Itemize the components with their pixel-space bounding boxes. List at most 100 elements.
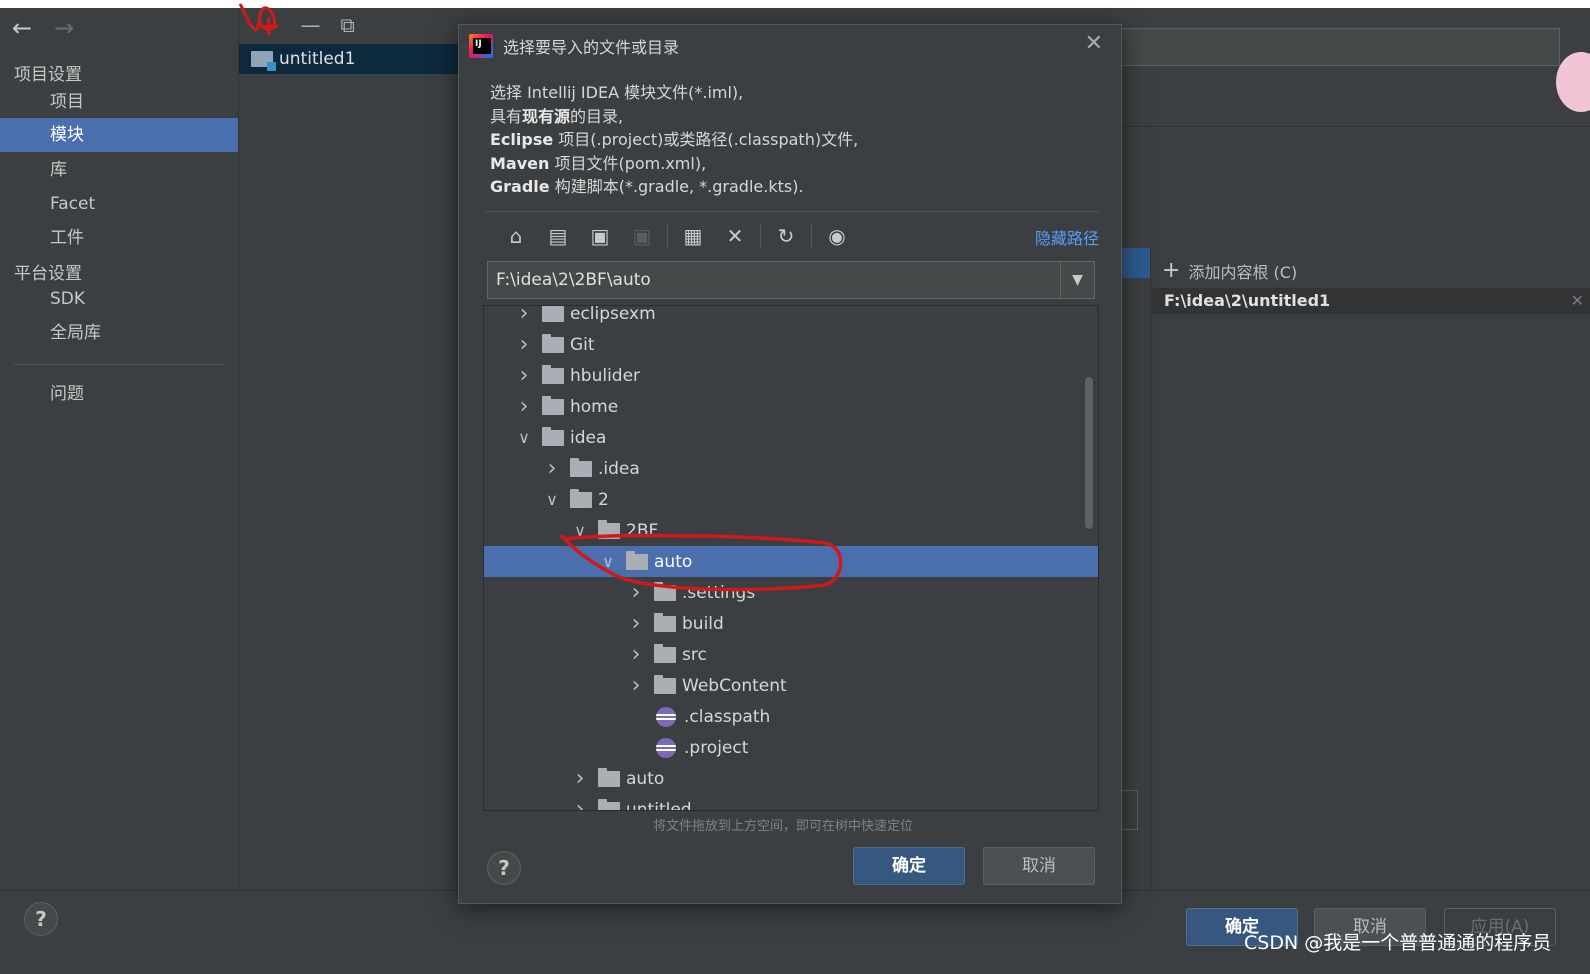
tree-row[interactable]: › eclipsexm [484,306,1098,329]
dialog-title-bar: 选择要导入的文件或目录 [469,31,679,61]
nav-item-problems[interactable]: 问题 [0,377,238,411]
remove-icon[interactable]: — [300,13,320,37]
drop-hint: 将文件拖放到上方空间，即可在树中快速定位 [653,819,914,834]
tree-item-label: src [682,644,707,665]
chevron-right-icon[interactable]: › [514,363,534,388]
path-combo[interactable]: F:\idea\2\2BF\auto ▼ [487,261,1095,299]
chevron-right-icon[interactable]: › [514,306,534,326]
tree-row[interactable]: › WebContent [484,670,1098,701]
close-icon[interactable]: ✕ [1571,288,1584,314]
chevron-down-icon[interactable]: ∨ [598,552,618,571]
tree-row[interactable]: › Git [484,329,1098,360]
folder-icon [542,426,564,446]
eclipse-file-icon [656,737,676,758]
chevron-right-icon[interactable]: › [626,580,646,605]
show-hidden-icon[interactable]: ◉ [816,224,858,248]
chevron-right-icon[interactable]: › [570,797,590,810]
chevron-right-icon[interactable]: › [570,766,590,791]
path-input[interactable]: F:\idea\2\2BF\auto [496,270,651,290]
tree-item-label: build [682,613,724,634]
eclipse-file-icon [656,706,676,727]
nav-item-artifacts[interactable]: 工件 [0,221,238,255]
project-folder-icon[interactable]: ▣ [579,224,621,248]
nav-item-global-libraries[interactable]: 全局库 [0,316,238,350]
watermark: CSDN @我是一个普普通通的程序员 [1244,932,1552,954]
tree-item-label: .classpath [684,706,771,727]
tree-item-label: home [570,396,619,417]
delete-icon[interactable]: ✕ [714,224,756,248]
module-folder-icon[interactable]: ▣ [621,224,663,248]
chevron-right-icon[interactable]: › [626,642,646,667]
chevron-right-icon[interactable]: › [542,456,562,481]
tree-row[interactable]: .project [484,732,1098,763]
desc-line-5: Gradle 构建脚本(*.gradle, *.gradle.kts). [490,177,804,196]
intellij-logo-icon [469,34,493,58]
tree-row[interactable]: ∨ 2 [484,484,1098,515]
hide-path-link[interactable]: 隐藏路径 [1035,225,1099,249]
chevron-down-icon[interactable]: ∨ [570,521,590,540]
refresh-icon[interactable]: ↻ [765,224,807,248]
tree-row[interactable]: › .idea [484,453,1098,484]
add-content-root-button[interactable]: + 添加内容根 (C) [1162,258,1297,283]
desktop-icon[interactable]: ▤ [537,224,579,248]
folder-icon [570,488,592,508]
tree-row[interactable]: .classpath [484,701,1098,732]
tree-item-label: 2BF [626,520,659,541]
tree-row[interactable]: › auto [484,763,1098,794]
chevron-right-icon[interactable]: › [514,394,534,419]
tree-row[interactable]: › .settings [484,577,1098,608]
module-name-field[interactable] [1120,28,1560,66]
dialog-cancel-button[interactable]: 取消 [983,847,1095,885]
tree-row[interactable]: › src [484,639,1098,670]
nav-item-sdk[interactable]: SDK [0,282,238,316]
nav-item-libraries[interactable]: 库 [0,153,238,187]
chevron-down-icon[interactable]: ∨ [514,428,534,447]
nav-item-facets[interactable]: Facet [0,187,238,221]
dialog-title: 选择要导入的文件或目录 [503,38,680,57]
tree-row[interactable]: › hbulider [484,360,1098,391]
home-icon[interactable]: ⌂ [495,224,537,248]
chevron-down-icon[interactable]: ▼ [1060,262,1094,298]
arrow-right-icon[interactable]: → [54,14,74,42]
tree-item-label: WebContent [682,675,787,696]
desc-line-2: 具有现有源的目录, [490,106,624,126]
close-icon[interactable]: ✕ [1085,31,1103,56]
desc-line-1: 选择 Intellij IDEA 模块文件(*.iml), [490,83,744,102]
tree-row[interactable]: ∨ auto [484,546,1098,577]
tree-row[interactable]: › untitled [484,794,1098,810]
nav-item-project[interactable]: 项目 [0,85,238,119]
chevron-right-icon[interactable]: › [514,332,534,357]
help-icon[interactable]: ? [487,851,521,885]
folder-icon [542,306,564,322]
content-root-path[interactable]: F:\idea\2\untitled1 ✕ [1152,288,1590,314]
nav-section-project-settings: 项目设置 [14,65,82,85]
help-icon[interactable]: ? [24,902,58,936]
tree-row[interactable]: ∨ 2BF [484,515,1098,546]
tree-row[interactable]: › home [484,391,1098,422]
folder-icon [598,798,620,810]
module-label: untitled1 [279,49,356,69]
chevron-right-icon[interactable]: › [626,673,646,698]
folder-icon [654,581,676,601]
nav-item-modules[interactable]: 模块 [0,118,238,152]
settings-nav: ← → 项目设置 项目 模块 库 Facet 工件 平台设置 SDK 全局库 问… [0,8,238,890]
nav-section-platform-settings: 平台设置 [14,264,82,284]
new-folder-icon[interactable]: ▦ [672,224,714,248]
copy-icon[interactable]: ⧉ [340,13,354,37]
file-tree[interactable]: › eclipsexm › Git › hbulider › home ∨ idea › .idea ∨… [483,305,1099,811]
nav-divider [14,364,224,365]
tree-item-label: 2 [598,489,609,510]
chevron-down-icon[interactable]: ∨ [542,490,562,509]
module-icon [251,51,276,71]
tree-scrollbar[interactable] [1085,377,1093,529]
folder-icon [654,643,676,663]
chevron-right-icon[interactable]: › [626,611,646,636]
arrow-left-icon[interactable]: ← [12,14,32,42]
tree-row[interactable]: › build [484,608,1098,639]
tree-item-label: Git [570,334,595,355]
content-roots-pane [1150,248,1590,890]
tree-item-label: idea [570,427,607,448]
content-root-path-label: F:\idea\2\untitled1 [1164,291,1331,310]
tree-row[interactable]: ∨ idea [484,422,1098,453]
dialog-ok-button[interactable]: 确定 [853,847,965,885]
